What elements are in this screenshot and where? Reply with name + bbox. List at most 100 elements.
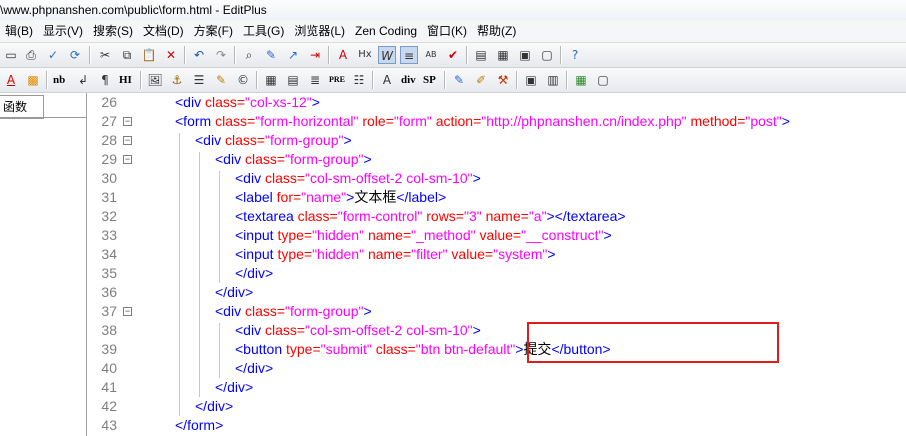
- copyright-icon[interactable]: ©: [234, 71, 252, 89]
- code-token: name=: [364, 227, 412, 243]
- code-token: <div: [235, 170, 265, 186]
- code-line[interactable]: 26 <div class="col-xs-12">: [87, 93, 906, 112]
- code-token: value=: [447, 246, 494, 262]
- line-number: 37: [101, 303, 117, 319]
- list-icon[interactable]: ▤: [284, 71, 302, 89]
- script-icon[interactable]: ⚒: [494, 71, 512, 89]
- hex-icon[interactable]: Hx: [356, 46, 374, 64]
- replace-icon[interactable]: ✎: [262, 46, 280, 64]
- horizontal-rule-icon[interactable]: ☰: [190, 71, 208, 89]
- code-token: <label: [235, 189, 277, 205]
- font-size-icon[interactable]: A: [334, 46, 352, 64]
- code-line[interactable]: 40 </div>: [87, 359, 906, 378]
- indent-icon[interactable]: ⇥: [306, 46, 324, 64]
- code-line[interactable]: 36 </div>: [87, 283, 906, 302]
- delete-icon[interactable]: ✕: [162, 46, 180, 64]
- div-button[interactable]: div: [400, 71, 417, 89]
- paragraph-icon[interactable]: ¶: [96, 71, 114, 89]
- code-line[interactable]: 38 <div class="col-sm-offset-2 col-sm-10"…: [87, 321, 906, 340]
- style-icon[interactable]: ✐: [472, 71, 490, 89]
- code-editor[interactable]: 26 <div class="col-xs-12"> 27− <form class=…: [87, 93, 906, 436]
- code-line[interactable]: 41 </div>: [87, 378, 906, 397]
- goto-icon[interactable]: ↗: [284, 46, 302, 64]
- redo-icon[interactable]: ↷: [212, 46, 230, 64]
- pre-button[interactable]: PRE: [328, 71, 346, 89]
- fold-toggle-icon[interactable]: −: [123, 155, 132, 164]
- code-line[interactable]: 35 </div>: [87, 264, 906, 283]
- edit-icon[interactable]: ✎: [212, 71, 230, 89]
- window-layout-2-icon[interactable]: ▦: [494, 46, 512, 64]
- span-button[interactable]: SP: [422, 71, 437, 89]
- cut-icon[interactable]: ✂: [96, 46, 114, 64]
- code-line[interactable]: 42 </div>: [87, 397, 906, 416]
- line-number: 33: [101, 227, 117, 243]
- code-token: >: [363, 151, 372, 167]
- preview-icon[interactable]: ▥: [544, 71, 562, 89]
- code-text: </div>: [215, 283, 253, 302]
- new-file-icon[interactable]: ▭: [2, 46, 20, 64]
- color-grid-icon[interactable]: ▩: [24, 71, 42, 89]
- refresh-icon[interactable]: ⟳: [66, 46, 84, 64]
- menu-tools[interactable]: 工具(G): [238, 20, 289, 42]
- menu-browser[interactable]: 浏览器(L): [289, 20, 350, 42]
- code-token: "form": [393, 113, 432, 129]
- heading-button[interactable]: HI: [118, 71, 133, 89]
- word-wrap-icon[interactable]: W: [378, 46, 396, 64]
- line-number-icon[interactable]: ≡: [400, 46, 418, 64]
- code-line[interactable]: 32 <textarea class="form-control" rows="3…: [87, 207, 906, 226]
- fold-toggle-icon[interactable]: −: [123, 117, 132, 126]
- form-icon[interactable]: ✎: [450, 71, 468, 89]
- table-icon[interactable]: ▦: [262, 71, 280, 89]
- check-icon[interactable]: ✔: [444, 46, 462, 64]
- window-layout-3-icon[interactable]: ▣: [516, 46, 534, 64]
- menu-view[interactable]: 显示(V): [38, 20, 88, 42]
- code-line[interactable]: 37− <div class="form-group">: [87, 302, 906, 321]
- code-line[interactable]: 43 </form>: [87, 416, 906, 435]
- font-color-icon[interactable]: A: [2, 71, 20, 89]
- code-line[interactable]: 33 <input type="hidden" name="_method" va…: [87, 226, 906, 245]
- menu-edit[interactable]: 辑(B): [0, 20, 38, 42]
- code-line[interactable]: 39 <button type="submit" class="btn btn-d…: [87, 340, 906, 359]
- menu-help[interactable]: 帮助(Z): [472, 20, 521, 42]
- undo-icon[interactable]: ↶: [190, 46, 208, 64]
- code-token: class=: [215, 113, 256, 129]
- find-icon[interactable]: ⌕: [240, 46, 258, 64]
- code-line[interactable]: 34 <input type="hidden" name="filter" val…: [87, 245, 906, 264]
- frame-icon[interactable]: ▣: [522, 71, 540, 89]
- sort-icon[interactable]: AB: [422, 46, 440, 64]
- font-face-icon[interactable]: A: [378, 71, 396, 89]
- code-line[interactable]: 27− <form class="form-horizontal" role="f…: [87, 112, 906, 131]
- code-token: for=: [276, 189, 302, 205]
- code-line[interactable]: 28− <div class="form-group">: [87, 131, 906, 150]
- window-title-bar: \www.phpnanshen.com\public\form.html - E…: [0, 0, 906, 20]
- print-icon[interactable]: ⎙: [22, 46, 40, 64]
- help-icon[interactable]: ?: [566, 46, 584, 64]
- code-text: </div>: [235, 264, 273, 283]
- image-icon[interactable]: 🖼: [146, 71, 164, 89]
- fold-toggle-icon[interactable]: −: [123, 307, 132, 316]
- anchor-icon[interactable]: ⚓: [168, 71, 186, 89]
- menu-project[interactable]: 方案(F): [189, 20, 238, 42]
- fold-toggle-icon[interactable]: −: [123, 136, 132, 145]
- tab-functions[interactable]: 函数: [0, 95, 44, 119]
- code-line[interactable]: 29− <div class="form-group">: [87, 150, 906, 169]
- menu-document[interactable]: 文档(D): [138, 20, 189, 42]
- window-layout-4-icon[interactable]: ▢: [538, 46, 556, 64]
- window-layout-1-icon[interactable]: ▤: [472, 46, 490, 64]
- code-token: "hidden": [312, 227, 365, 243]
- menu-zen-coding[interactable]: Zen Coding: [350, 20, 422, 42]
- copy-icon[interactable]: ⧉: [118, 46, 136, 64]
- paste-icon[interactable]: 📋: [140, 46, 158, 64]
- code-line[interactable]: 31 <label for="name">文本框</label>: [87, 188, 906, 207]
- nbsp-button[interactable]: nb: [52, 71, 66, 89]
- align-center-icon[interactable]: ≣: [306, 71, 324, 89]
- code-line[interactable]: 30 <div class="col-sm-offset-2 col-sm-10"…: [87, 169, 906, 188]
- browser-icon[interactable]: ▦: [572, 71, 590, 89]
- code-token: "form-group": [285, 303, 364, 319]
- menu-search[interactable]: 搜索(S): [88, 20, 138, 42]
- line-break-icon[interactable]: ↲: [74, 71, 92, 89]
- menu-window[interactable]: 窗口(K): [422, 20, 472, 42]
- align-icon[interactable]: ☷: [350, 71, 368, 89]
- spell-check-icon[interactable]: ✓: [44, 46, 62, 64]
- template-icon[interactable]: ▢: [594, 71, 612, 89]
